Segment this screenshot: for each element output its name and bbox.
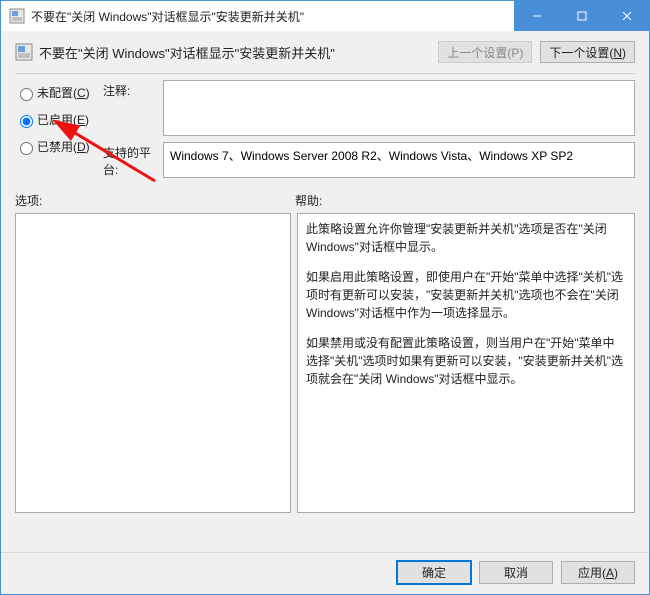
next-setting-button[interactable]: 下一个设置(N) [540,41,635,63]
radio-disabled[interactable]: 已禁用(D) [15,138,95,155]
previous-setting-button[interactable]: 上一个设置(P) [438,41,532,63]
radio-not-configured-input[interactable] [20,88,33,101]
help-label: 帮助: [295,192,322,209]
window-title: 不要在"关闭 Windows"对话框显示"安装更新并关机" [31,8,304,25]
minimize-button[interactable] [514,1,559,31]
supported-platforms-label: 支持的平台: [103,142,163,178]
policy-icon [9,8,25,24]
cancel-button[interactable]: 取消 [479,561,553,584]
radio-enabled-input[interactable] [20,115,33,128]
titlebar: 不要在"关闭 Windows"对话框显示"安装更新并关机" [1,1,649,31]
ok-button[interactable]: 确定 [397,561,471,584]
help-paragraph: 如果禁用或没有配置此策略设置，则当用户在"开始"菜单中选择"关机"选项时如果有更… [306,334,626,388]
help-pane: 此策略设置允许你管理"安装更新并关机"选项是否在"关闭 Windows"对话框中… [297,213,635,513]
policy-icon [15,43,33,61]
options-label: 选项: [15,192,295,209]
apply-button[interactable]: 应用(A) [561,561,635,584]
supported-platforms-value: Windows 7、Windows Server 2008 R2、Windows… [163,142,635,178]
policy-title: 不要在"关闭 Windows"对话框显示"安装更新并关机" [39,43,335,62]
comment-input[interactable] [163,80,635,136]
maximize-button[interactable] [559,1,604,31]
help-paragraph: 如果启用此策略设置，即使用户在"开始"菜单中选择"关机"选项时有更新可以安装，"… [306,268,626,322]
radio-disabled-input[interactable] [20,142,33,155]
radio-enabled[interactable]: 已启用(E) [15,111,95,128]
divider [15,73,635,74]
help-paragraph: 此策略设置允许你管理"安装更新并关机"选项是否在"关闭 Windows"对话框中… [306,220,626,256]
radio-not-configured[interactable]: 未配置(C) [15,84,95,101]
comment-label: 注释: [103,80,163,136]
options-pane [15,213,291,513]
close-button[interactable] [604,1,649,31]
